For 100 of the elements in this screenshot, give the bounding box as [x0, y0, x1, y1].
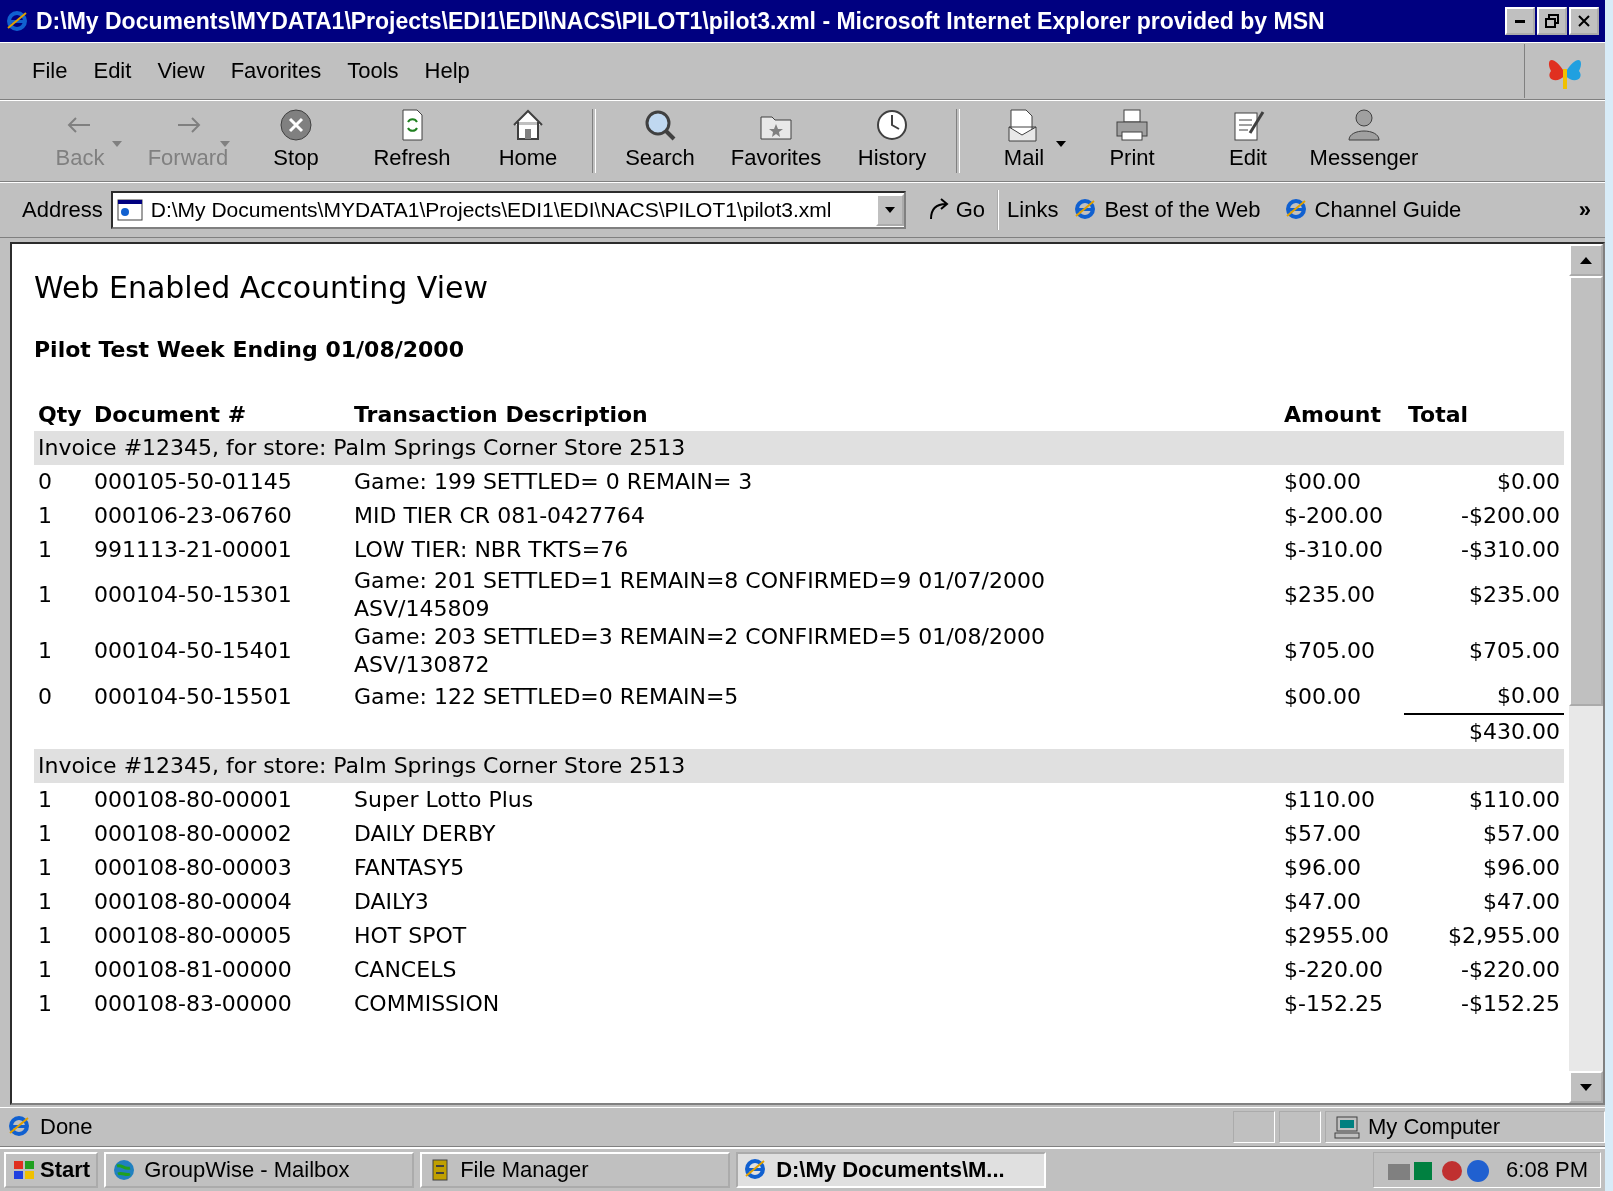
table-cell-text: Game: 201 SETTLED=1 REMAIN=8 CONFIRMED=9 01/07/2000 ASV/145809 — [353, 567, 1046, 623]
table-cell-text: HOT SPOT — [353, 922, 468, 950]
browser-icon — [1284, 198, 1309, 222]
table-cell-text: 1 — [37, 536, 53, 564]
status-pane — [1233, 1111, 1275, 1143]
table-cell-text: 1 — [37, 502, 53, 530]
restore-icon — [1545, 14, 1559, 28]
menu-item[interactable]: Edit — [83, 54, 142, 88]
toolbar-button[interactable]: History — [834, 101, 950, 181]
table-cell-text: CANCELS — [353, 956, 458, 984]
vertical-scrollbar[interactable] — [1569, 244, 1603, 1103]
table-cell-text: Game: 122 SETTLED=0 REMAIN=5 — [353, 682, 740, 711]
table-cell-text: -$152.25 — [1460, 990, 1561, 1018]
table-cell: $110.00 — [1404, 783, 1564, 817]
table-cell-text: 1 — [37, 922, 53, 950]
scroll-down-icon[interactable] — [1580, 1083, 1592, 1091]
table-cell-text: DAILY DERBY — [353, 820, 497, 848]
close-icon — [1578, 15, 1590, 27]
minimize-button[interactable] — [1505, 7, 1535, 35]
table-cell-text: $705.00 — [1468, 637, 1561, 665]
link-button[interactable]: Best of the Web — [1066, 197, 1269, 223]
address-label: Address — [22, 197, 103, 223]
table-cell-text: -$220.00 — [1460, 956, 1561, 984]
table-cell: $0.00 — [1404, 679, 1564, 714]
table-cell-text: 000104-50-15301 — [93, 581, 293, 609]
taskbar-button[interactable]: D:\My Documents\M... — [736, 1152, 1047, 1188]
page-icon — [116, 198, 143, 222]
table-cell-text: $235.00 — [1468, 581, 1561, 609]
window-title: D:\My Documents\MYDATA1\Projects\EDI1\EDI\NACS\PILOT1\pilot3.xml - Microsoft Internet Explorer provided by MSN — [36, 7, 1326, 35]
table-cell-text: $47.00 — [1283, 888, 1362, 916]
taskbar-button[interactable]: GroupWise - Mailbox — [104, 1152, 415, 1188]
scroll-up-icon[interactable] — [1580, 256, 1592, 264]
table-cell: $0.00 — [1404, 465, 1564, 499]
table-cell-text: -$200.00 — [1460, 502, 1561, 530]
restore-button[interactable] — [1537, 7, 1567, 35]
menu-item[interactable]: Tools — [337, 54, 409, 88]
menu-item[interactable]: File — [22, 54, 78, 88]
table-cell-text: $-220.00 — [1283, 956, 1384, 984]
toolbar-button[interactable]: Edit — [1190, 101, 1306, 181]
column-header: Document # — [90, 398, 350, 431]
computer-icon — [1334, 1115, 1360, 1139]
column-header: Transaction Description — [350, 398, 1280, 431]
table-cell-text: 0 — [37, 682, 53, 711]
toolbar-button[interactable]: Messenger — [1306, 101, 1422, 181]
table-cell-text: $705.00 — [1283, 637, 1376, 665]
table-cell-text: 991113-21-00001 — [93, 536, 293, 564]
browser-icon — [6, 10, 28, 32]
table-cell-text: $2,955.00 — [1447, 922, 1561, 950]
taskbar-button[interactable]: File Manager — [420, 1152, 731, 1188]
table-cell-text: Game: 203 SETTLED=3 REMAIN=2 CONFIRMED=5 01/08/2000 ASV/130872 — [353, 623, 1046, 679]
column-header: Total — [1404, 398, 1564, 431]
address-field[interactable]: D:\My Documents\MYDATA1\Projects\EDI1\EDI\NACS\PILOT1\pilot3.xml — [110, 191, 906, 229]
table-cell: $00.00 — [1280, 679, 1404, 714]
table-cell: Game: 199 SETTLED= 0 REMAIN= 3 — [350, 465, 1280, 499]
table-cell-text: 000108-80-00004 — [93, 888, 293, 916]
table-cell-text: 000108-81-00000 — [93, 956, 293, 984]
table-cell-text: $-310.00 — [1283, 536, 1384, 564]
more-links-button[interactable]: » — [1578, 197, 1591, 223]
menu-item[interactable]: Favorites — [220, 54, 332, 88]
toolbar-button[interactable]: Print — [1074, 101, 1190, 181]
table-cell: 000108-80-00001 — [90, 783, 350, 817]
clock: 6:08 PM — [1506, 1157, 1588, 1183]
table-cell-text: LOW TIER: NBR TKTS=76 — [353, 536, 630, 564]
invoice-header: Invoice #12345, for store: Palm Springs Corner Store 2513 — [34, 431, 1564, 465]
status-text: Done — [40, 1114, 93, 1140]
table-cell: 0 — [34, 465, 90, 499]
table-cell-text: 000106-23-06760 — [93, 502, 293, 530]
table-cell: $00.00 — [1280, 465, 1404, 499]
go-button[interactable]: Go — [913, 190, 1000, 230]
table-cell-text: FANTASY5 — [353, 854, 466, 882]
dropdown-button[interactable] — [875, 194, 904, 226]
column-header: Qty — [34, 398, 90, 431]
stop-icon — [278, 107, 314, 143]
table-cell-text: 1 — [37, 990, 53, 1018]
table-cell-text: $2955.00 — [1283, 922, 1390, 950]
menu-item[interactable]: View — [147, 54, 215, 88]
table-cell-text: -$310.00 — [1460, 536, 1561, 564]
dropdown-caret-icon[interactable] — [1056, 141, 1066, 147]
toolbar-button[interactable]: Home — [470, 101, 586, 181]
toolbar-button[interactable]: Search — [602, 101, 718, 181]
table-cell-text: $96.00 — [1482, 854, 1561, 882]
table-cell-text: $57.00 — [1482, 820, 1561, 848]
start-button[interactable]: Start — [4, 1152, 99, 1188]
toolbar-button[interactable]: Stop — [238, 101, 354, 181]
invoice-header: Invoice #12345, for store: Palm Springs Corner Store 2513 — [34, 749, 1564, 783]
column-header: Amount — [1280, 398, 1404, 431]
table-cell-text: 000108-83-00000 — [93, 990, 293, 1018]
close-button[interactable] — [1569, 7, 1599, 35]
link-button[interactable]: Channel Guide — [1276, 197, 1470, 223]
menu-item[interactable]: Help — [414, 54, 480, 88]
table-cell-text: $47.00 — [1482, 888, 1561, 916]
table-cell-text: DAILY3 — [353, 888, 430, 916]
toolbar-button[interactable]: Mail — [966, 101, 1074, 181]
table-cell-text: 000104-50-15501 — [93, 682, 293, 711]
toolbar-button[interactable]: Favorites — [718, 101, 834, 181]
person-icon — [1346, 107, 1382, 143]
table-cell-text: 000104-50-15401 — [93, 637, 293, 665]
table-cell-text: 1 — [37, 637, 53, 665]
toolbar-button[interactable]: Refresh — [354, 101, 470, 181]
table-cell-text: $57.00 — [1283, 820, 1362, 848]
